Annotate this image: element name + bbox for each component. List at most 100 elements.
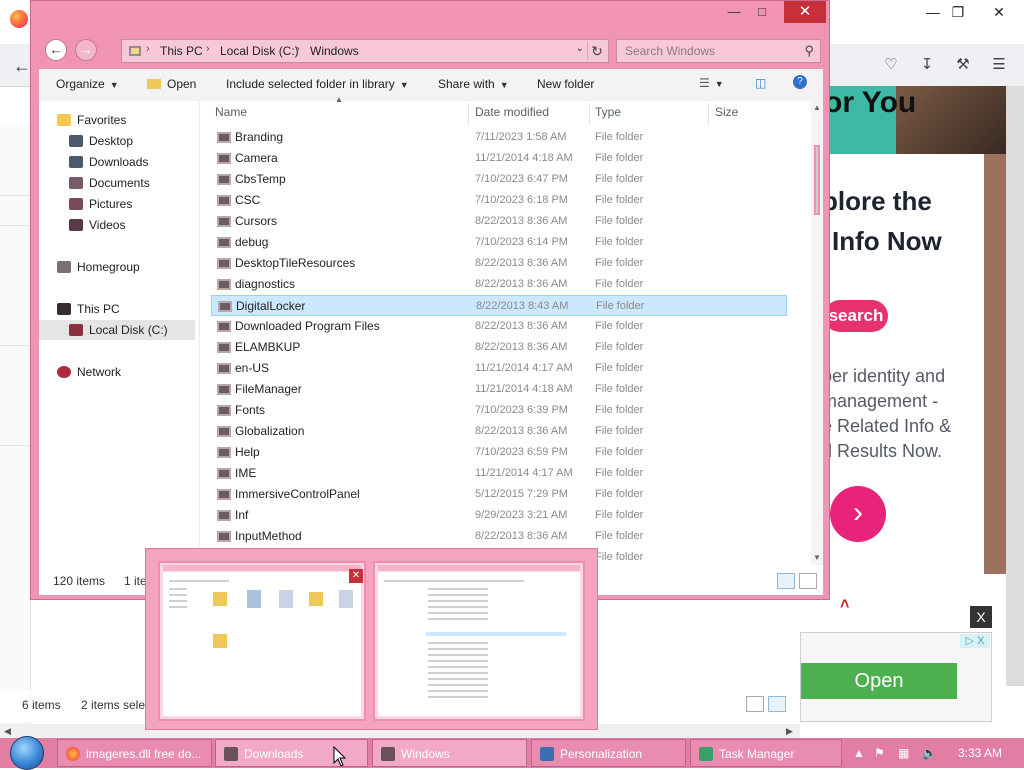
view-options-icon[interactable]: ☰ ▼	[699, 76, 724, 90]
breadcrumb-windows[interactable]: Windows	[310, 44, 359, 58]
forward-button[interactable]: →	[75, 39, 97, 61]
taskbar-button-windows[interactable]: Windows	[372, 739, 527, 767]
start-button[interactable]	[8, 736, 44, 770]
chevron-down-icon: ▼	[714, 79, 724, 89]
ad-banner[interactable]: or You	[828, 86, 1006, 154]
table-row[interactable]: Help 7/10/2023 6:59 PM File folder	[211, 442, 787, 463]
taskbar-button-personalization[interactable]: Personalization	[531, 739, 686, 767]
table-row[interactable]: Branding 7/11/2023 1:58 AM File folder	[211, 127, 787, 148]
table-row[interactable]: InputMethod 8/22/2013 8:36 AM File folder	[211, 526, 787, 547]
large-icons-view-button[interactable]	[768, 696, 786, 712]
thumbnail-windows[interactable]	[373, 561, 585, 721]
back-button[interactable]: ←	[45, 39, 67, 61]
volume-icon[interactable]: 🔈	[922, 746, 937, 760]
table-row[interactable]: en-US 11/21/2014 4:17 AM File folder	[211, 358, 787, 379]
search-placeholder: Search Windows	[625, 44, 716, 58]
new-folder-button[interactable]: New folder	[537, 77, 594, 91]
search-box[interactable]: Search Windows ⚲	[616, 39, 821, 63]
scrollbar-thumb[interactable]	[814, 145, 820, 215]
folder-icon	[217, 278, 231, 290]
ad-choices-icon[interactable]: ▷ X	[960, 634, 990, 648]
ad-search-button[interactable]: search	[824, 300, 888, 332]
table-row[interactable]: Globalization 8/22/2013 8:36 AM File folde…	[211, 421, 787, 442]
ad-frame: ▷ X Open	[800, 632, 992, 722]
nav-homegroup[interactable]: Homegroup	[57, 257, 140, 277]
address-dropdown-icon[interactable]: ⌄	[576, 43, 584, 54]
close-button[interactable]: ✕	[784, 1, 826, 23]
table-row[interactable]: ELAMBKUP 8/22/2013 8:36 AM File folder	[211, 337, 787, 358]
nav-documents[interactable]: Documents	[69, 173, 150, 193]
download-icon[interactable]: ↧	[914, 54, 940, 76]
scroll-down-icon[interactable]: ▼	[813, 553, 821, 562]
table-row[interactable]: diagnostics 8/22/2013 8:36 AM File folder	[211, 274, 787, 295]
large-icons-view-button[interactable]	[799, 573, 817, 589]
table-row[interactable]: Cursors 8/22/2013 8:36 AM File folder	[211, 211, 787, 232]
file-date: 11/21/2014 4:17 AM	[475, 362, 573, 374]
open-label: Open	[167, 77, 197, 91]
help-icon[interactable]: ?	[793, 75, 807, 89]
pocket-icon[interactable]: ♡	[878, 54, 904, 76]
nav-favorites[interactable]: Favorites	[57, 110, 126, 130]
folder-icon	[129, 46, 141, 56]
table-row[interactable]: CbsTemp 7/10/2023 6:47 PM File folder	[211, 169, 787, 190]
clock[interactable]: 3:33 AM	[958, 746, 1002, 760]
network-status-icon[interactable]: ▦	[898, 746, 909, 760]
file-type: File folder	[595, 341, 644, 353]
nav-local-disk[interactable]: Local Disk (C:)	[69, 320, 168, 340]
table-row[interactable]: ImmersiveControlPanel 5/12/2015 7:29 PM Fi…	[211, 484, 787, 505]
preview-pane-icon[interactable]: ◫	[755, 76, 766, 90]
nav-downloads[interactable]: Downloads	[69, 152, 148, 172]
nav-network[interactable]: Network	[57, 362, 121, 382]
column-header-date-modified[interactable]: Date modified	[475, 105, 549, 119]
column-header-type[interactable]: Type	[595, 105, 621, 119]
refresh-icon[interactable]: ↻	[587, 42, 606, 60]
nav-pictures[interactable]: Pictures	[69, 194, 132, 214]
minimize-button[interactable]: —	[719, 1, 749, 23]
scroll-left-icon[interactable]: ◀	[4, 724, 11, 738]
thumbnail-close-button[interactable]: ✕	[349, 569, 363, 583]
column-header-name[interactable]: Name	[215, 105, 247, 119]
ad-open-button[interactable]: Open	[801, 663, 957, 699]
show-hidden-icons-icon[interactable]: ▲	[853, 746, 865, 760]
taskbar-button-firefox[interactable]: imageres.dll free do...	[57, 739, 212, 767]
table-row[interactable]: Camera 11/21/2014 4:18 AM File folder	[211, 148, 787, 169]
menu-icon[interactable]: ☰	[986, 54, 1012, 76]
details-view-button[interactable]	[746, 696, 764, 712]
address-bar[interactable]: › This PC › Local Disk (C:) › Windows ⌄ …	[121, 39, 609, 63]
include-in-library-button[interactable]: Include selected folder in library ▼	[226, 77, 409, 91]
scroll-up-icon[interactable]: ▲	[813, 103, 821, 112]
maximize-button[interactable]: □	[747, 1, 777, 23]
details-view-button[interactable]	[777, 573, 795, 589]
table-row[interactable]: CSC 7/10/2023 6:18 PM File folder	[211, 190, 787, 211]
nav-this-pc[interactable]: This PC	[57, 299, 120, 319]
share-with-button[interactable]: Share with ▼	[438, 77, 509, 91]
extensions-icon[interactable]: ⚒	[950, 54, 976, 76]
action-center-flag-icon[interactable]: ⚑	[874, 746, 885, 760]
search-icon[interactable]: ⚲	[804, 43, 814, 59]
breadcrumb-local-disk[interactable]: Local Disk (C:)	[220, 44, 299, 58]
open-button[interactable]: Open	[147, 77, 196, 91]
breadcrumb-this-pc[interactable]: This PC	[160, 44, 203, 58]
column-header-size[interactable]: Size	[715, 105, 738, 119]
table-row[interactable]: IME 11/21/2014 4:17 AM File folder	[211, 463, 787, 484]
table-row[interactable]: DesktopTileResources 8/22/2013 8:36 AM Fil…	[211, 253, 787, 274]
table-row[interactable]: DigitalLocker 8/22/2013 8:43 AM File folde…	[211, 295, 787, 316]
organize-button[interactable]: Organize ▼	[56, 77, 119, 91]
taskbar-button-task-manager[interactable]: Task Manager	[690, 739, 842, 767]
ad-next-arrow-button[interactable]: ›	[830, 486, 886, 542]
table-row[interactable]: FileManager 11/21/2014 4:18 AM File folder	[211, 379, 787, 400]
ad-banner-text: or You	[828, 86, 917, 119]
table-row[interactable]: debug 7/10/2023 6:14 PM File folder	[211, 232, 787, 253]
table-row[interactable]: Fonts 7/10/2023 6:39 PM File folder	[211, 400, 787, 421]
nav-desktop[interactable]: Desktop	[69, 131, 133, 151]
thumbnail-downloads[interactable]	[158, 561, 366, 721]
include-in-library-label: Include selected folder in library	[226, 77, 395, 91]
browser-close-button[interactable]: ✕	[982, 0, 1016, 24]
table-row[interactable]: Downloaded Program Files 8/22/2013 8:36 A…	[211, 316, 787, 337]
vertical-scrollbar[interactable]: ▲ ▼	[811, 101, 823, 565]
ad-close-button[interactable]: X	[970, 606, 992, 628]
nav-videos[interactable]: Videos	[69, 215, 125, 235]
table-row[interactable]: Inf 9/29/2023 3:21 AM File folder	[211, 505, 787, 526]
scroll-right-icon[interactable]: ▶	[786, 724, 793, 738]
browser-restore-button[interactable]: ❐	[941, 0, 975, 24]
